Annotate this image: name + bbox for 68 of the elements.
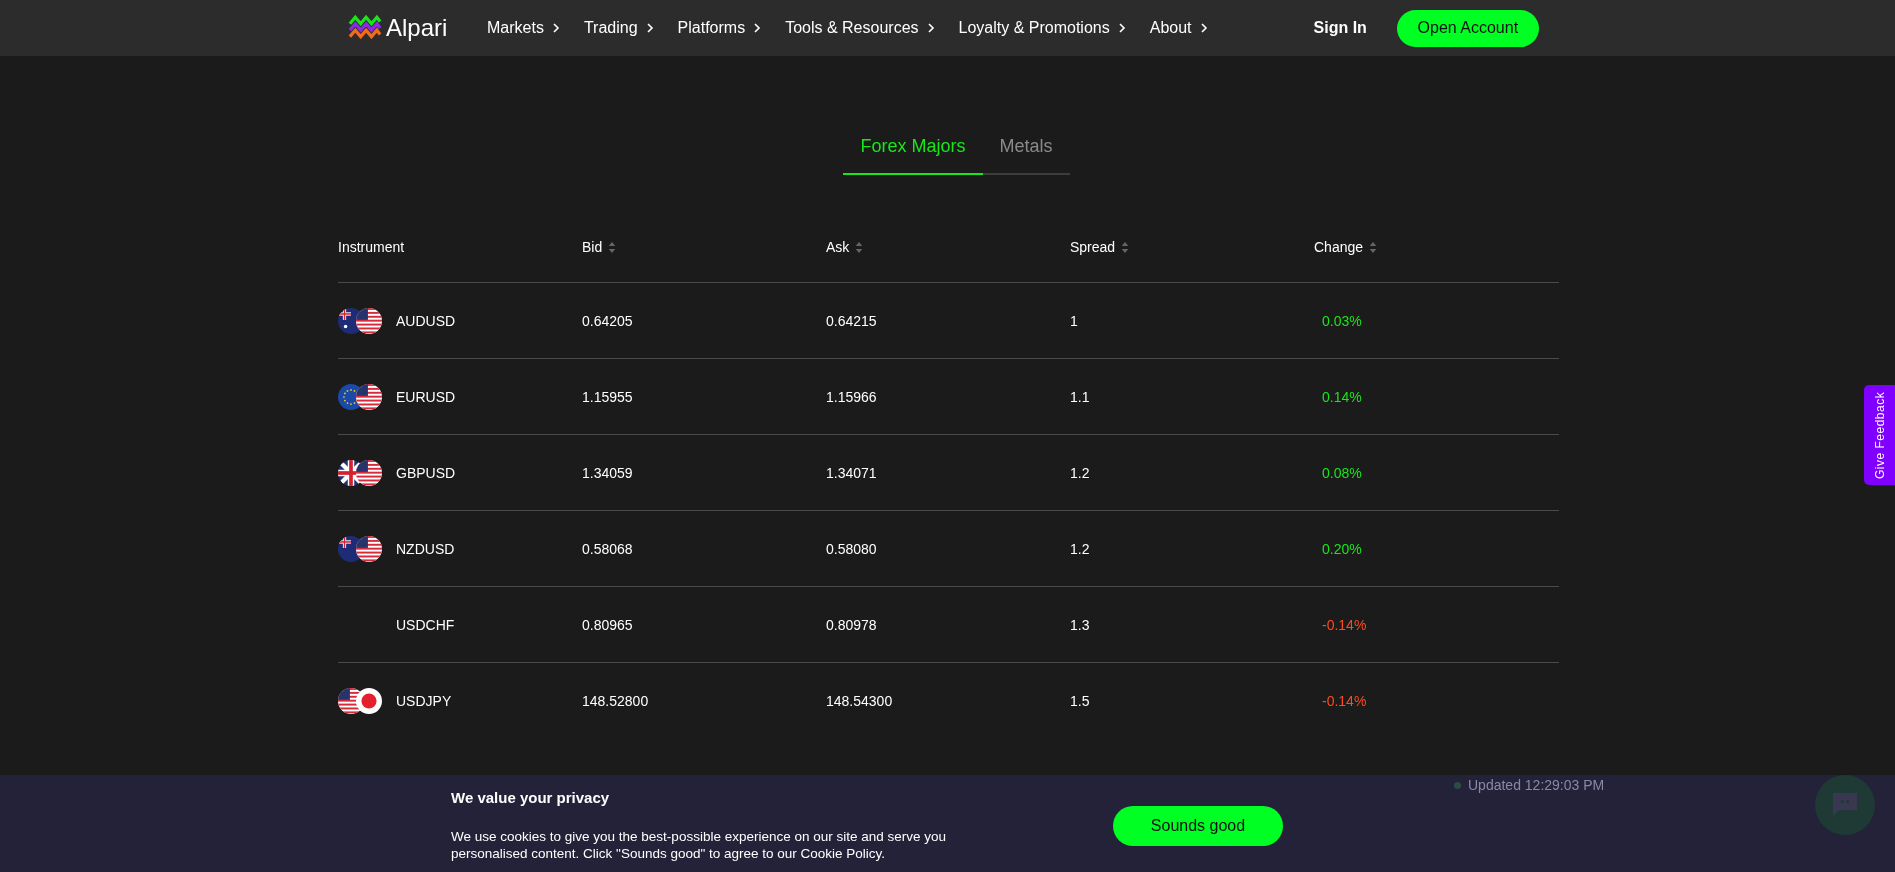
column-header[interactable]: Spread bbox=[1070, 239, 1116, 255]
table-cell: 0.58068 bbox=[582, 540, 633, 557]
chevron-right-icon bbox=[753, 22, 762, 34]
table-cell: 148.54300 bbox=[826, 692, 893, 709]
sort-icon[interactable] bbox=[855, 240, 864, 254]
usa-flag-icon bbox=[356, 459, 382, 486]
usa-flag-icon bbox=[356, 383, 382, 410]
table-cell: 1.15955 bbox=[582, 388, 633, 405]
chevron-right-icon bbox=[1199, 22, 1208, 34]
instrument-name: AUDUSD bbox=[396, 312, 456, 329]
table-cell: 0.64205 bbox=[582, 312, 633, 329]
sort-icon[interactable] bbox=[608, 240, 617, 254]
cookie-title: We value your privacy bbox=[451, 789, 611, 806]
chevron-right-icon bbox=[645, 22, 654, 34]
chevron-right-icon bbox=[1117, 22, 1126, 34]
nav-menu-item[interactable]: Loyalty & Promotions bbox=[958, 19, 1126, 37]
table-cell: 1.34059 bbox=[582, 464, 633, 481]
table-cell: 1.1 bbox=[1070, 388, 1090, 405]
instrument-name: USDJPY bbox=[396, 692, 452, 709]
nav-menu-item[interactable]: Platforms bbox=[677, 19, 762, 37]
nav-menu-item[interactable]: About bbox=[1149, 19, 1208, 37]
chevron-right-icon bbox=[551, 22, 560, 34]
column-header[interactable]: Bid bbox=[582, 239, 603, 255]
chevron-right-icon bbox=[926, 22, 935, 34]
instrument-name: NZDUSD bbox=[396, 540, 455, 557]
sort-icon[interactable] bbox=[1369, 240, 1378, 254]
column-header[interactable]: Ask bbox=[826, 239, 850, 255]
nav-menu-item[interactable]: Trading bbox=[583, 19, 654, 37]
japan-flag-icon bbox=[356, 687, 382, 714]
sounds-good-button[interactable]: Sounds good bbox=[1113, 806, 1283, 846]
table-cell: 1.34071 bbox=[826, 464, 877, 481]
sign-in-link[interactable]: Sign In bbox=[1313, 19, 1367, 37]
change-value: -0.14% bbox=[1322, 692, 1367, 709]
instrument-name: EURUSD bbox=[396, 388, 456, 405]
table-cell: 1.3 bbox=[1070, 616, 1090, 633]
cookie-text: We use cookies to give you the best-possible experience on our site and serve you personalised content. Click "Sounds good" to agree to our Cookie Policy. bbox=[451, 828, 948, 862]
open-account-button[interactable]: Open Account bbox=[1396, 9, 1539, 47]
give-feedback-tab[interactable]: Give Feedback bbox=[1864, 385, 1895, 485]
nav-menu-item[interactable]: Tools & Resources bbox=[785, 19, 935, 37]
table-cell: 1.5 bbox=[1070, 692, 1090, 709]
nav-menu-item[interactable]: Markets bbox=[487, 19, 560, 37]
zigzag-logo-icon bbox=[348, 14, 382, 42]
table-cell: 0.80978 bbox=[826, 616, 877, 633]
change-value: -0.14% bbox=[1322, 616, 1367, 633]
instrument-name: GBPUSD bbox=[396, 464, 456, 481]
change-value: 0.14% bbox=[1322, 388, 1362, 405]
sort-icon[interactable] bbox=[1121, 240, 1130, 254]
table-cell: 1 bbox=[1070, 312, 1078, 329]
column-header[interactable]: Change bbox=[1314, 239, 1364, 255]
change-value: 0.08% bbox=[1322, 464, 1362, 481]
table-cell: 1.15966 bbox=[826, 388, 877, 405]
tab[interactable]: Metals bbox=[982, 128, 1070, 175]
table-cell: 1.2 bbox=[1070, 540, 1090, 557]
table-cell: 1.2 bbox=[1070, 464, 1090, 481]
updated-time: Updated 12:29:03 PM bbox=[1468, 777, 1605, 793]
change-value: 0.03% bbox=[1322, 312, 1362, 329]
status-dot-icon bbox=[1453, 780, 1462, 790]
column-header[interactable]: Instrument bbox=[338, 239, 405, 255]
usa-flag-icon bbox=[356, 535, 382, 562]
instrument-name: USDCHF bbox=[396, 616, 455, 633]
tab[interactable]: Forex Majors bbox=[843, 128, 983, 175]
usa-flag-icon bbox=[356, 307, 382, 334]
change-value: 0.20% bbox=[1322, 540, 1362, 557]
table-cell: 148.52800 bbox=[582, 692, 649, 709]
table-cell: 0.64215 bbox=[826, 312, 877, 329]
table-cell: 0.58080 bbox=[826, 540, 877, 557]
table-cell: 0.80965 bbox=[582, 616, 633, 633]
logo-text[interactable]: Alpari bbox=[386, 14, 448, 42]
